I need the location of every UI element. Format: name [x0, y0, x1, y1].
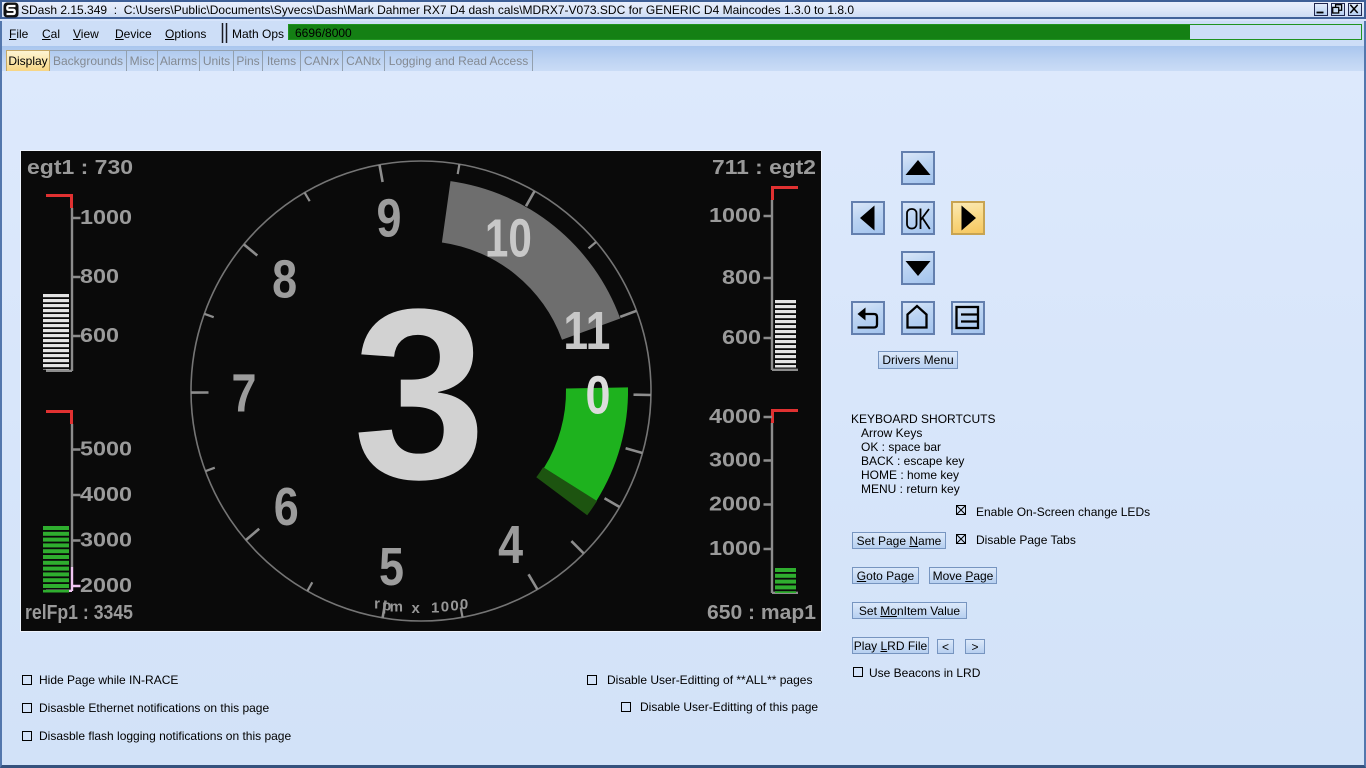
svg-text:8: 8 [272, 250, 297, 310]
svg-text:3000: 3000 [709, 450, 761, 472]
svg-text:m: m [390, 599, 403, 616]
svg-text:7: 7 [232, 364, 257, 424]
svg-text:6: 6 [274, 477, 299, 537]
svg-text:relFp1 : 3345: relFp1 : 3345 [25, 602, 133, 624]
svg-text:10: 10 [485, 209, 532, 269]
svg-text:650 : map1: 650 : map1 [707, 602, 816, 624]
svg-text:1000: 1000 [709, 205, 761, 227]
svg-text:egt1 : 730: egt1 : 730 [27, 157, 133, 179]
svg-text:800: 800 [722, 267, 761, 289]
svg-text:0: 0 [460, 596, 468, 613]
svg-text:3000: 3000 [80, 530, 132, 552]
svg-text:4000: 4000 [709, 406, 761, 428]
svg-text:1000: 1000 [709, 538, 761, 560]
svg-text:4000: 4000 [80, 484, 132, 506]
svg-text:5: 5 [379, 537, 404, 597]
svg-text:0: 0 [586, 366, 611, 426]
svg-text:3: 3 [353, 259, 486, 530]
svg-text:5000: 5000 [80, 439, 132, 461]
svg-text:0: 0 [441, 599, 449, 616]
svg-text:2000: 2000 [80, 575, 132, 597]
svg-text:1: 1 [431, 600, 439, 617]
svg-text:711 : egt2: 711 : egt2 [712, 157, 816, 179]
svg-text:r: r [374, 596, 380, 613]
svg-text:800: 800 [80, 266, 119, 288]
svg-text:4: 4 [498, 515, 523, 575]
svg-text:0: 0 [450, 598, 458, 615]
svg-text:11: 11 [563, 301, 610, 361]
svg-text:1000: 1000 [80, 207, 132, 229]
svg-text:x: x [412, 600, 421, 617]
svg-text:600: 600 [80, 325, 119, 347]
svg-text:2000: 2000 [709, 494, 761, 516]
svg-text:600: 600 [722, 327, 761, 349]
svg-text:9: 9 [377, 188, 402, 248]
